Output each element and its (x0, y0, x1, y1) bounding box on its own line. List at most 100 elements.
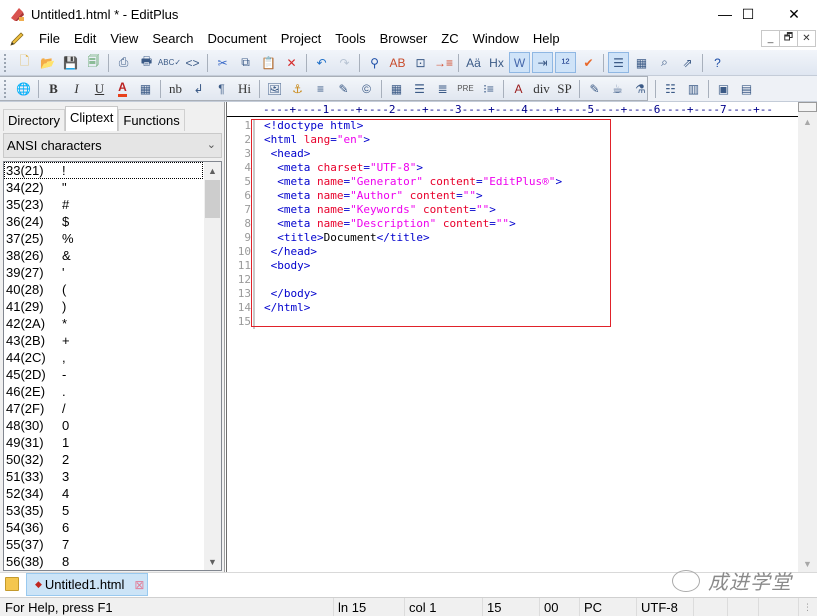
char-list-item[interactable]: 55(37) 7 (4, 536, 221, 553)
char-list-item[interactable]: 56(38) 8 (4, 553, 221, 570)
nbsp-button[interactable]: nb (165, 78, 186, 99)
line-break-button[interactable]: ↲ (188, 78, 209, 99)
char-list-item[interactable]: 35(23) # (4, 196, 221, 213)
folder-icon[interactable] (5, 577, 19, 591)
center-button[interactable]: ☰ (409, 78, 430, 99)
scroll-down-icon[interactable]: ▼ (798, 555, 817, 572)
word-wrap-button[interactable]: W (509, 52, 530, 73)
ansi-character-list[interactable]: 33(21)! 34(22) " 35(23) #36(24) $37(25)% 38(26… (3, 161, 222, 571)
menu-window[interactable]: Window (466, 29, 526, 49)
color-picker-button[interactable]: ▦ (135, 78, 156, 99)
layout-button[interactable]: ▥ (683, 78, 704, 99)
char-list-item[interactable]: 53(35) 5 (4, 502, 221, 519)
align-button[interactable]: ≣ (432, 78, 453, 99)
char-list-item[interactable]: 34(22) " (4, 179, 221, 196)
document-tab-untitled1[interactable]: ◆ Untitled1.html ⊠ (26, 573, 148, 596)
char-list-item[interactable]: 33(21)! (4, 162, 203, 179)
span-button[interactable]: SP (554, 78, 575, 99)
close-button[interactable]: ✕ (771, 0, 817, 28)
tab-directory[interactable]: Directory (3, 109, 66, 131)
cliptext-window-button[interactable]: ☰ (608, 52, 629, 73)
pre-button[interactable]: PRE (455, 78, 476, 99)
mdi-minimize-button[interactable]: _ (761, 30, 780, 47)
char-list-item[interactable]: 43(2B) + (4, 332, 221, 349)
menu-document[interactable]: Document (201, 29, 274, 49)
paragraph-button[interactable]: ¶ (211, 78, 232, 99)
edit-style-button[interactable]: ✎ (584, 78, 605, 99)
toolbar-grip[interactable] (4, 53, 7, 72)
menu-search[interactable]: Search (145, 29, 200, 49)
replace-button[interactable]: AB (387, 52, 408, 73)
output-window-button[interactable]: ▦ (631, 52, 652, 73)
image-button[interactable]: 🖼 (264, 78, 285, 99)
cut-button[interactable]: ✂ (212, 52, 233, 73)
menu-tools[interactable]: Tools (328, 29, 372, 49)
status-line-ending[interactable]: PC (579, 598, 602, 616)
italic-button[interactable]: I (66, 78, 87, 99)
open-file-button[interactable]: 📂 (37, 52, 58, 73)
comment-button[interactable]: ✎ (333, 78, 354, 99)
heading-button[interactable]: Hi (234, 78, 255, 99)
char-list-item[interactable]: 49(31) 1 (4, 434, 221, 451)
char-list-item[interactable]: 39(27) ' (4, 264, 221, 281)
window-layout-button[interactable]: ▤ (736, 78, 757, 99)
script-button[interactable]: ⚗ (630, 78, 651, 99)
editor-pane[interactable]: ----+----1----+----2----+----3----+----4… (226, 102, 817, 572)
char-list-item[interactable]: 44(2C), (4, 349, 221, 366)
check-mark-button[interactable]: ✔ (578, 52, 599, 73)
paste-button[interactable]: 📋 (258, 52, 279, 73)
menu-project[interactable]: Project (274, 29, 328, 49)
find-button[interactable]: ⚲ (364, 52, 385, 73)
anchor-button[interactable]: ⚓ (287, 78, 308, 99)
spell-check-button[interactable]: ABC✓ (158, 52, 181, 73)
char-list-item[interactable]: 48(30) 0 (4, 417, 221, 434)
menu-edit[interactable]: Edit (67, 29, 103, 49)
split-handle[interactable] (798, 102, 817, 112)
directory-window-button[interactable]: ⌕ (654, 52, 675, 73)
view-in-browser-button[interactable]: <> (182, 52, 203, 73)
char-list-item[interactable]: 46(2E). (4, 383, 221, 400)
char-list-item[interactable]: 41(29)) (4, 298, 221, 315)
menu-zc[interactable]: ZC (434, 29, 465, 49)
mdi-restore-button[interactable]: 🗗 (779, 30, 798, 47)
color-tool-button[interactable]: ▣ (713, 78, 734, 99)
char-list-item[interactable]: 54(36) 6 (4, 519, 221, 536)
toolbar-grip[interactable] (4, 79, 6, 98)
char-list-item[interactable]: 50(32) 2 (4, 451, 221, 468)
font-color-button[interactable]: A (112, 78, 133, 99)
char-list-item[interactable]: 38(26) & (4, 247, 221, 264)
scroll-down-icon[interactable]: ▼ (204, 553, 221, 570)
status-encoding[interactable]: UTF-8 (636, 598, 678, 616)
help-button[interactable]: ? (707, 52, 728, 73)
char-list-item[interactable]: 45(2D) - (4, 366, 221, 383)
goto-line-button[interactable]: →≡ (433, 52, 454, 73)
undo-button[interactable]: ↶ (311, 52, 332, 73)
save-all-button[interactable]: 🗐 (83, 52, 104, 73)
tab-functions[interactable]: Functions (118, 109, 185, 131)
delete-button[interactable]: ✕ (281, 52, 302, 73)
browser-button[interactable]: 🌐 (13, 78, 34, 99)
save-button[interactable]: 💾 (60, 52, 81, 73)
special-char-button[interactable]: © (356, 78, 377, 99)
print-preview-button[interactable]: ⎙ (113, 52, 134, 73)
horizontal-rule-button[interactable]: ≡ (310, 78, 331, 99)
menu-help[interactable]: Help (526, 29, 567, 49)
list-button[interactable]: ⁝≡ (478, 78, 499, 99)
redo-button[interactable]: ↷ (334, 52, 355, 73)
resize-grip-icon[interactable]: ⋮ (798, 598, 817, 616)
scroll-up-icon[interactable]: ▲ (204, 162, 221, 179)
editor-scrollbar[interactable]: ▲ ▼ (798, 102, 817, 572)
menu-file[interactable]: File (32, 29, 67, 49)
char-list-item[interactable]: 37(25)% (4, 230, 221, 247)
line-numbers-button[interactable]: ¹² (555, 52, 576, 73)
indent-button[interactable]: ⇥ (532, 52, 553, 73)
hex-viewer-button[interactable]: Hx (486, 52, 507, 73)
find-in-files-button[interactable]: ⊡ (410, 52, 431, 73)
fullscreen-button[interactable]: ⇗ (677, 52, 698, 73)
div-button[interactable]: div (531, 78, 552, 99)
char-list-item[interactable]: 40(28) ( (4, 281, 221, 298)
copy-button[interactable]: ⧉ (235, 52, 256, 73)
menu-view[interactable]: View (103, 29, 145, 49)
char-list-item[interactable]: 42(2A) * (4, 315, 221, 332)
close-tab-icon[interactable]: ⊠ (134, 578, 144, 592)
